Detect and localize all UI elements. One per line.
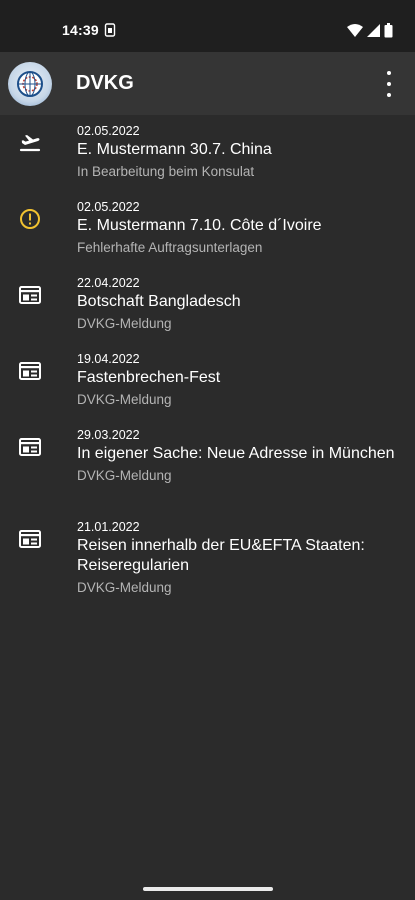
item-subtitle: In Bearbeitung beim Konsulat	[77, 164, 255, 179]
item-date: 29.03.2022	[77, 428, 140, 442]
sim-card-icon	[104, 23, 116, 37]
item-title: In eigener Sache: Neue Adresse in Münche…	[77, 445, 395, 462]
item-date: 22.04.2022	[77, 276, 140, 290]
phone-screen: 14:39 DVKG 02.05.2022 E. Mustermann 30.7…	[0, 0, 415, 900]
item-title: Reisen innerhalb der EU&EFTA Staaten: Re…	[77, 537, 365, 574]
item-date: 19.04.2022	[77, 352, 140, 366]
item-subtitle: DVKG-Meldung	[77, 316, 172, 331]
item-date: 02.05.2022	[77, 200, 140, 214]
wifi-icon	[347, 23, 363, 37]
item-date: 21.01.2022	[77, 520, 140, 534]
warning-circle-icon	[18, 207, 42, 231]
more-vert-icon[interactable]	[377, 71, 401, 97]
newspaper-icon	[18, 435, 42, 459]
status-bar: 14:39	[0, 0, 415, 52]
status-icons	[347, 22, 393, 37]
list-item[interactable]: 02.05.2022 E. Mustermann 30.7. China In …	[0, 115, 415, 191]
item-subtitle: DVKG-Meldung	[77, 392, 172, 407]
item-subtitle: Fehlerhafte Auftragsunterlagen	[77, 240, 263, 255]
item-date: 02.05.2022	[77, 124, 140, 138]
item-title: E. Mustermann 7.10. Côte d´Ivoire	[77, 217, 322, 234]
signal-icon	[367, 23, 380, 37]
app-bar: DVKG	[0, 52, 415, 115]
list-item[interactable]: 19.04.2022 Fastenbrechen-Fest DVKG-Meldu…	[0, 343, 415, 419]
newspaper-icon	[18, 359, 42, 383]
list-item[interactable]: 02.05.2022 E. Mustermann 7.10. Côte d´Iv…	[0, 191, 415, 267]
app-title: DVKG	[76, 72, 134, 94]
newspaper-icon	[18, 283, 42, 307]
item-title: Fastenbrechen-Fest	[77, 369, 221, 386]
airplane-departure-icon	[18, 131, 42, 155]
list-item[interactable]: 22.04.2022 Botschaft Bangladesch DVKG-Me…	[0, 267, 415, 343]
battery-icon	[384, 22, 393, 37]
list-item[interactable]: 21.01.2022 Reisen innerhalb der EU&EFTA …	[0, 511, 415, 603]
home-gesture-handle[interactable]	[143, 887, 273, 891]
status-time: 14:39	[62, 22, 99, 38]
item-title: E. Mustermann 30.7. China	[77, 141, 272, 158]
list-item[interactable]: 29.03.2022 In eigener Sache: Neue Adress…	[0, 419, 415, 511]
item-title: Botschaft Bangladesch	[77, 293, 241, 310]
newspaper-icon	[18, 527, 42, 551]
globe-logo-icon	[8, 62, 52, 106]
item-subtitle: DVKG-Meldung	[77, 468, 172, 483]
gesture-navigation-bar	[0, 875, 415, 900]
item-subtitle: DVKG-Meldung	[77, 580, 172, 595]
